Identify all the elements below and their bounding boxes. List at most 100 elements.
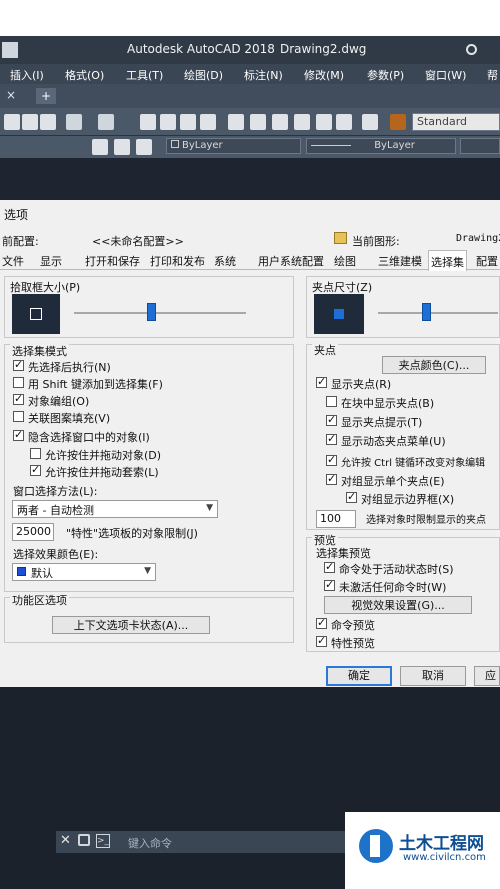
menu-format[interactable]: 格式(O) — [65, 67, 104, 83]
layer-state-icon[interactable] — [114, 139, 130, 155]
ok-button[interactable]: 确定 — [326, 666, 392, 686]
grip-tips-checkbox[interactable] — [326, 413, 337, 426]
tool-palettes-icon[interactable] — [272, 114, 288, 130]
command-preview-checkbox[interactable] — [316, 616, 327, 629]
color-combo[interactable]: ByLayer — [166, 138, 301, 154]
object-grouping-checkbox[interactable] — [13, 392, 24, 405]
menu-bar: 插入(I) 格式(O) 工具(T) 绘图(D) 标注(N) 修改(M) 参数(P… — [0, 64, 500, 84]
properties-icon[interactable] — [228, 114, 244, 130]
single-grip-groups-checkbox[interactable] — [326, 472, 337, 485]
property-preview-checkbox[interactable] — [316, 634, 327, 647]
tab-3d-modeling[interactable]: 三维建模 — [378, 253, 422, 269]
zoom-previous-icon[interactable] — [200, 114, 216, 130]
menu-dimension[interactable]: 标注(N) — [244, 67, 283, 83]
grip-limit-input[interactable]: 100 — [316, 510, 356, 528]
zoom-realtime-icon[interactable] — [160, 114, 176, 130]
tab-open-save[interactable]: 打开和保存 — [85, 253, 140, 269]
pickbox-slider-thumb[interactable] — [147, 303, 156, 321]
preselect-label: 先选择后执行(N) — [28, 361, 111, 374]
redo-icon[interactable] — [98, 114, 114, 130]
calculator-icon[interactable] — [336, 114, 352, 130]
close-icon[interactable]: ✕ — [60, 833, 71, 848]
command-input-placeholder[interactable]: 键入命令 — [128, 835, 172, 851]
contextual-tab-states-button[interactable]: 上下文选项卡状态(A)... — [52, 616, 210, 634]
sheet-set-icon[interactable] — [294, 114, 310, 130]
single-grip-groups-label: 对组显示单个夹点(E) — [341, 475, 445, 488]
menu-help[interactable]: 帮 — [487, 67, 498, 83]
command-line[interactable]: ✕ >_ 键入命令 — [56, 831, 346, 853]
grip-slider-thumb[interactable] — [422, 303, 431, 321]
app-menu-button[interactable] — [2, 42, 18, 58]
associative-hatch-checkbox[interactable] — [13, 411, 24, 422]
grip-square-icon — [334, 309, 344, 319]
undo-icon[interactable] — [66, 114, 82, 130]
wrench-icon[interactable] — [78, 834, 90, 846]
group-bounding-box-checkbox[interactable] — [346, 490, 357, 503]
match-properties-icon[interactable] — [40, 114, 56, 130]
preselect-checkbox[interactable] — [13, 358, 24, 371]
associative-hatch-label: 关联图案填充(V) — [28, 412, 111, 425]
menu-window[interactable]: 窗口(W) — [425, 67, 466, 83]
pan-icon[interactable] — [140, 114, 156, 130]
no-command-checkbox[interactable] — [324, 578, 335, 591]
cancel-button[interactable]: 取消 — [400, 666, 466, 686]
dynamic-grip-menu-checkbox[interactable] — [326, 432, 337, 445]
press-drag-lasso-checkbox[interactable] — [30, 463, 41, 476]
lineweight-combo[interactable] — [460, 138, 500, 154]
tab-user-preferences[interactable]: 用户系统配置 — [258, 253, 324, 269]
linetype-combo[interactable]: ByLayer — [306, 138, 456, 154]
file-tab-bar: × + — [0, 84, 500, 108]
grip-size-label: 夹点尺寸(Z) — [312, 281, 373, 294]
grips-in-blocks-checkbox[interactable] — [326, 396, 337, 407]
layer-properties-icon[interactable] — [92, 139, 108, 155]
text-style-icon[interactable] — [390, 114, 406, 130]
press-drag-object-checkbox[interactable] — [30, 448, 41, 459]
tab-drafting[interactable]: 绘图 — [334, 253, 356, 269]
window-method-select[interactable]: 两者 - 自动检测 ▼ — [12, 500, 218, 518]
implied-window-checkbox[interactable] — [13, 428, 24, 441]
tab-selection[interactable]: 选择集 — [428, 250, 467, 271]
implied-window-label: 隐含选择窗口中的对象(I) — [28, 431, 150, 444]
watermark-emblem-bar — [370, 835, 380, 857]
design-center-icon[interactable] — [250, 114, 266, 130]
grips-title: 夹点 — [312, 342, 338, 358]
grip-slider-track[interactable] — [378, 312, 498, 314]
linetype-combo-value: ByLayer — [374, 140, 415, 151]
tab-profiles[interactable]: 配置 — [476, 253, 498, 269]
copy-icon[interactable] — [4, 114, 20, 130]
zoom-window-icon[interactable] — [180, 114, 196, 130]
make-layer-current-icon[interactable] — [136, 139, 152, 155]
markup-icon[interactable] — [316, 114, 332, 130]
apply-button[interactable]: 应 — [474, 666, 500, 686]
tab-plot-publish[interactable]: 打印和发布 — [150, 253, 205, 269]
tab-files[interactable]: 文件 — [2, 253, 24, 269]
menu-draw[interactable]: 绘图(D) — [184, 67, 223, 83]
current-profile-label: 前配置: — [2, 235, 39, 248]
ctrl-cycling-label: 允许按 Ctrl 键循环改变对象编辑 — [341, 458, 486, 469]
tab-system[interactable]: 系统 — [214, 253, 236, 269]
menu-insert[interactable]: 插入(I) — [10, 67, 44, 83]
menu-parametric[interactable]: 参数(P) — [367, 67, 404, 83]
dynamic-grip-menu-label: 显示动态夹点菜单(U) — [341, 435, 446, 448]
ctrl-cycling-checkbox[interactable] — [326, 453, 337, 466]
window-method-label: 窗口选择方法(L): — [13, 485, 98, 498]
search-icon[interactable] — [466, 44, 477, 55]
properties-toolbar: ByLayer ByLayer — [0, 136, 500, 158]
title-bar: Autodesk AutoCAD 2018 Drawing2.dwg — [0, 36, 500, 64]
new-tab-button[interactable]: + — [36, 88, 56, 104]
help-icon[interactable] — [362, 114, 378, 130]
close-tab-icon[interactable]: × — [6, 88, 16, 102]
object-limit-input[interactable]: 25000 — [12, 523, 54, 541]
menu-modify[interactable]: 修改(M) — [304, 67, 344, 83]
pickbox-slider-track[interactable] — [74, 312, 246, 314]
tab-display[interactable]: 显示 — [40, 253, 62, 269]
command-active-checkbox[interactable] — [324, 560, 335, 573]
effect-color-select[interactable]: 默认 ▼ — [12, 563, 156, 581]
show-grips-checkbox[interactable] — [316, 375, 327, 388]
grip-colors-button[interactable]: 夹点颜色(C)... — [382, 356, 486, 374]
visual-effect-settings-button[interactable]: 视觉效果设置(G)... — [324, 596, 472, 614]
paste-icon[interactable] — [22, 114, 38, 130]
menu-tools[interactable]: 工具(T) — [126, 67, 163, 83]
shift-add-checkbox[interactable] — [13, 377, 24, 388]
text-style-combo[interactable]: Standard — [412, 113, 500, 131]
